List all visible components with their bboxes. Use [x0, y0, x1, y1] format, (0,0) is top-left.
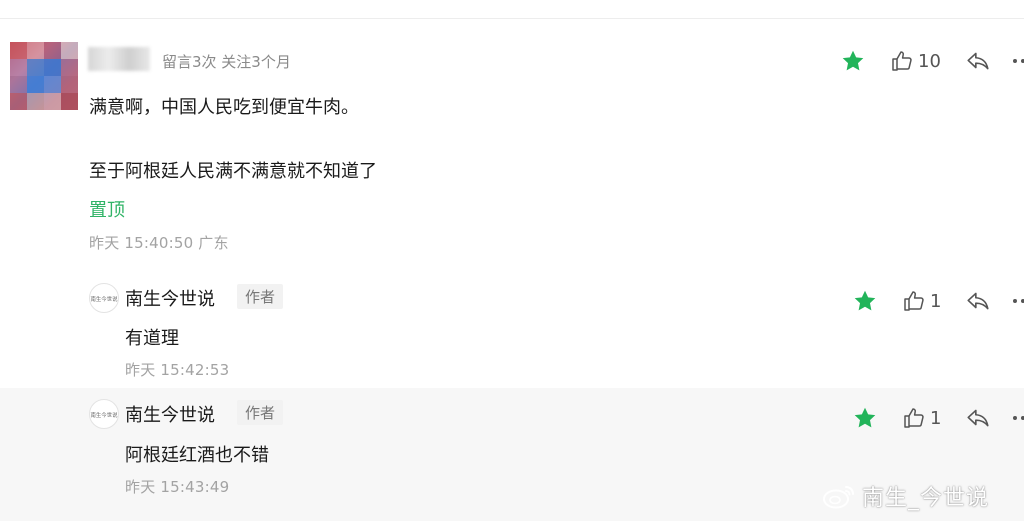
thumbs-up-icon [904, 291, 924, 311]
reply-avatar[interactable]: 南生今世说 [89, 399, 119, 429]
like-count: 1 [930, 290, 942, 312]
reply-actions: 1 [852, 288, 1024, 314]
reply-icon[interactable] [965, 48, 991, 74]
like-button[interactable]: 1 [902, 406, 941, 430]
weibo-watermark: 南生_今世说 [822, 480, 989, 512]
like-button[interactable]: 10 [890, 49, 941, 73]
top-divider [0, 18, 1024, 19]
reply-avatar[interactable]: 南生今世说 [89, 283, 119, 313]
more-icon[interactable] [1013, 299, 1024, 303]
watermark-text: 南生_今世说 [862, 486, 990, 511]
author-badge: 作者 [237, 400, 284, 425]
star-icon[interactable] [852, 405, 878, 431]
more-icon[interactable] [1012, 59, 1024, 63]
reply-author-name[interactable]: 南生今世说 [125, 285, 215, 311]
avatar[interactable] [10, 42, 78, 110]
user-stats: 留言3次 关注3个月 [162, 53, 291, 71]
thumbs-up-icon [904, 408, 924, 428]
username-redacted[interactable] [88, 47, 150, 71]
like-count: 1 [930, 407, 942, 429]
reply-icon[interactable] [965, 405, 991, 431]
reply-icon[interactable] [965, 288, 991, 314]
weibo-logo-icon [823, 486, 854, 509]
comment-timestamp: 昨天 15:40:50 广东 [89, 234, 229, 252]
main-comment-actions: 10 [840, 48, 1024, 74]
star-icon[interactable] [852, 288, 878, 314]
reply-text: 有道理 [125, 328, 179, 349]
reply-text: 阿根廷红酒也不错 [125, 445, 269, 466]
reply-actions: 1 [852, 405, 1024, 431]
like-button[interactable]: 1 [902, 289, 941, 313]
comment-text-line-1: 满意啊，中国人民吃到便宜牛肉。 [89, 97, 359, 118]
reply-timestamp: 昨天 15:43:49 [125, 478, 230, 496]
more-icon[interactable] [1013, 416, 1024, 420]
thumbs-up-icon [892, 51, 912, 71]
like-count: 10 [918, 50, 941, 72]
reply-timestamp: 昨天 15:42:53 [125, 361, 230, 379]
star-icon[interactable] [840, 48, 866, 74]
reply-author-name[interactable]: 南生今世说 [125, 401, 215, 427]
comment-text-line-2: 至于阿根廷人民满不满意就不知道了 [89, 161, 377, 182]
author-badge: 作者 [237, 284, 284, 309]
pin-label[interactable]: 置顶 [89, 196, 125, 222]
